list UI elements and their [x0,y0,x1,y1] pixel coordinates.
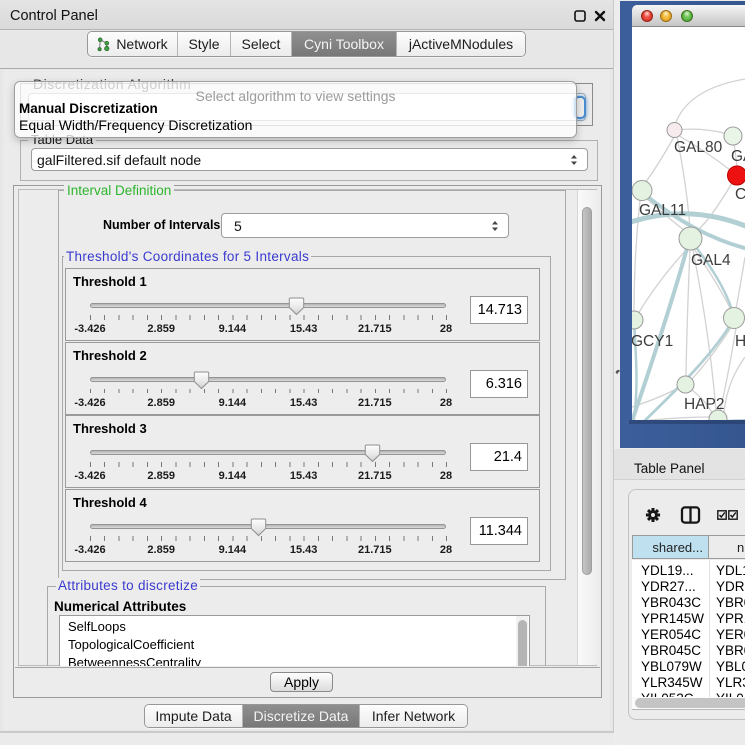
svg-text:HAP2: HAP2 [684,396,725,413]
svg-text:GA: GA [731,148,745,165]
svg-text:H: H [735,333,745,350]
svg-text:GAL11: GAL11 [639,202,686,219]
svg-text:GCY1: GCY1 [632,333,673,350]
svg-text:GAL4: GAL4 [691,252,731,269]
svg-text:GAL80: GAL80 [674,139,723,156]
svg-text:C: C [735,186,745,203]
